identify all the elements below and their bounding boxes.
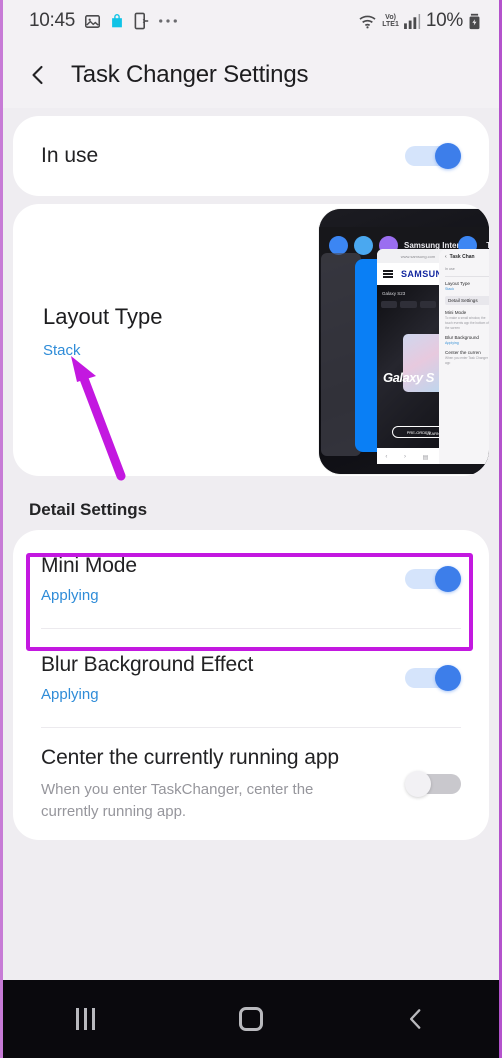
back-chevron-icon[interactable]	[25, 62, 51, 88]
mini-mode-toggle[interactable]	[405, 566, 461, 592]
recents-icon[interactable]	[51, 994, 121, 1044]
layout-type-card[interactable]: Layout Type Stack Samsung Internet Ta	[13, 204, 489, 476]
battery-charging-icon	[468, 12, 481, 30]
status-bar: 10:45 Vo) LTE1 10%	[3, 0, 499, 42]
preview-settings-title: Task Chan	[449, 254, 475, 260]
app-bar: Task Changer Settings	[3, 42, 499, 108]
toggle-knob	[435, 665, 461, 691]
blur-background-effect-row[interactable]: Blur Background Effect Applying	[13, 629, 489, 727]
preview-settings-heading: Detail Settings	[445, 296, 489, 305]
preview-nav-forward-icon: ›	[403, 454, 406, 460]
phone-screen: 10:45 Vo) LTE1 10% Task Changer Settings…	[0, 0, 502, 1058]
preview-settings-item: Mini Mode To make a small window, the to…	[445, 310, 489, 330]
volte-icon: Vo) LTE1	[382, 14, 399, 28]
preview-settings-item-title: Mini Mode	[445, 310, 467, 315]
blur-background-effect-status: Applying	[41, 686, 99, 703]
preview-nav-bookmark-icon: ▤	[422, 454, 429, 461]
detail-settings-heading: Detail Settings	[29, 500, 148, 519]
preview-settings-item-sub: Stack	[445, 287, 454, 291]
preview-back-chevron-icon: ‹	[445, 254, 447, 260]
preview-settings-heading-label: Detail Settings	[448, 298, 478, 303]
volte-bottom-label: LTE1	[382, 21, 399, 28]
preview-settings-item: Blur Background Applying	[445, 335, 489, 345]
preview-url-text: www.samsung.com	[400, 253, 436, 259]
preview-settings-item: Center the curren When you enter Task Ch…	[445, 350, 489, 366]
preview-tab	[400, 301, 417, 308]
preview-settings-item-title: Center the curren	[445, 350, 481, 356]
battery-percent-label: 10%	[425, 10, 463, 31]
status-bar-right: Vo) LTE1 10%	[358, 10, 481, 32]
center-running-app-toggle[interactable]	[405, 771, 461, 797]
preview-settings-item-desc: When you enter Task Changer app	[445, 356, 488, 366]
wifi-icon	[358, 14, 377, 29]
settings-scroll-area[interactable]: In use Layout Type Stack Samsung Interne…	[3, 108, 499, 980]
home-icon[interactable]	[216, 994, 286, 1044]
mini-mode-status: Applying	[41, 587, 99, 604]
more-icon	[158, 18, 178, 24]
shopping-bag-icon	[110, 13, 124, 29]
mini-mode-title: Mini Mode	[41, 554, 137, 577]
preview-hero-text: Galaxy S	[383, 369, 434, 385]
mini-mode-row[interactable]: Mini Mode Applying	[13, 530, 489, 628]
layout-type-value[interactable]: Stack	[43, 342, 162, 359]
preview-settings-header: ‹ Task Chan	[445, 254, 489, 260]
preview-app-chip	[354, 235, 373, 255]
gallery-icon	[84, 13, 101, 30]
layout-type-texts: Layout Type Stack	[43, 304, 162, 359]
blur-background-effect-title: Blur Background Effect	[41, 653, 254, 676]
center-running-app-row[interactable]: Center the currently running app When yo…	[13, 728, 489, 840]
preview-app-chip	[329, 235, 348, 255]
home-glyph	[238, 1007, 263, 1031]
preview-settings-item-title: Layout Type	[445, 281, 470, 286]
screen-recorder-icon	[133, 12, 149, 30]
in-use-label: In use	[41, 144, 99, 167]
hamburger-icon	[383, 270, 393, 278]
layout-preview-thumbnail: Samsung Internet Ta www.samsung.com SAMS…	[319, 209, 489, 474]
detail-settings-card: Mini Mode Applying Blur Background Effec…	[13, 530, 489, 840]
status-clock: 10:45	[29, 10, 76, 31]
preview-tab	[419, 301, 436, 308]
preview-tab	[381, 301, 398, 308]
recents-glyph	[76, 1008, 96, 1030]
preview-settings-card: ‹ Task Chan In use Layout Type Stack Det…	[439, 249, 489, 464]
preview-settings-item: Layout Type Stack	[445, 281, 489, 291]
android-nav-bar	[3, 980, 499, 1058]
status-bar-left: 10:45	[29, 10, 178, 32]
preview-settings-item-desc: To make a small window, the touch events…	[445, 316, 489, 330]
toggle-knob	[435, 566, 461, 592]
layout-type-title: Layout Type	[43, 304, 163, 329]
center-running-app-description: When you enter TaskChanger, center the c…	[41, 781, 314, 820]
preview-settings-item-title: Blur Background	[445, 335, 479, 341]
toggle-knob	[435, 143, 461, 169]
blur-background-effect-toggle[interactable]	[405, 665, 461, 691]
preview-settings-item-sub: Applying	[445, 341, 459, 346]
center-running-app-title: Center the currently running app	[41, 746, 339, 770]
toggle-knob	[405, 771, 431, 797]
row-texts: Blur Background Effect Applying	[41, 653, 405, 703]
page-title: Task Changer Settings	[71, 61, 309, 88]
signal-bars-icon	[403, 13, 421, 29]
preview-settings-item-sub: In use	[445, 267, 455, 271]
preview-category-label: Galaxy S23	[382, 291, 406, 296]
preview-settings-item: In use	[445, 267, 489, 271]
in-use-toggle[interactable]	[405, 143, 461, 169]
back-icon[interactable]	[381, 994, 451, 1044]
in-use-card[interactable]: In use	[13, 116, 489, 196]
preview-nav-back-icon: ‹	[385, 454, 388, 460]
volte-top-label: Vo)	[385, 14, 396, 21]
row-texts: Mini Mode Applying	[41, 554, 405, 604]
row-texts: Center the currently running app When yo…	[41, 746, 405, 822]
divider	[445, 276, 489, 277]
